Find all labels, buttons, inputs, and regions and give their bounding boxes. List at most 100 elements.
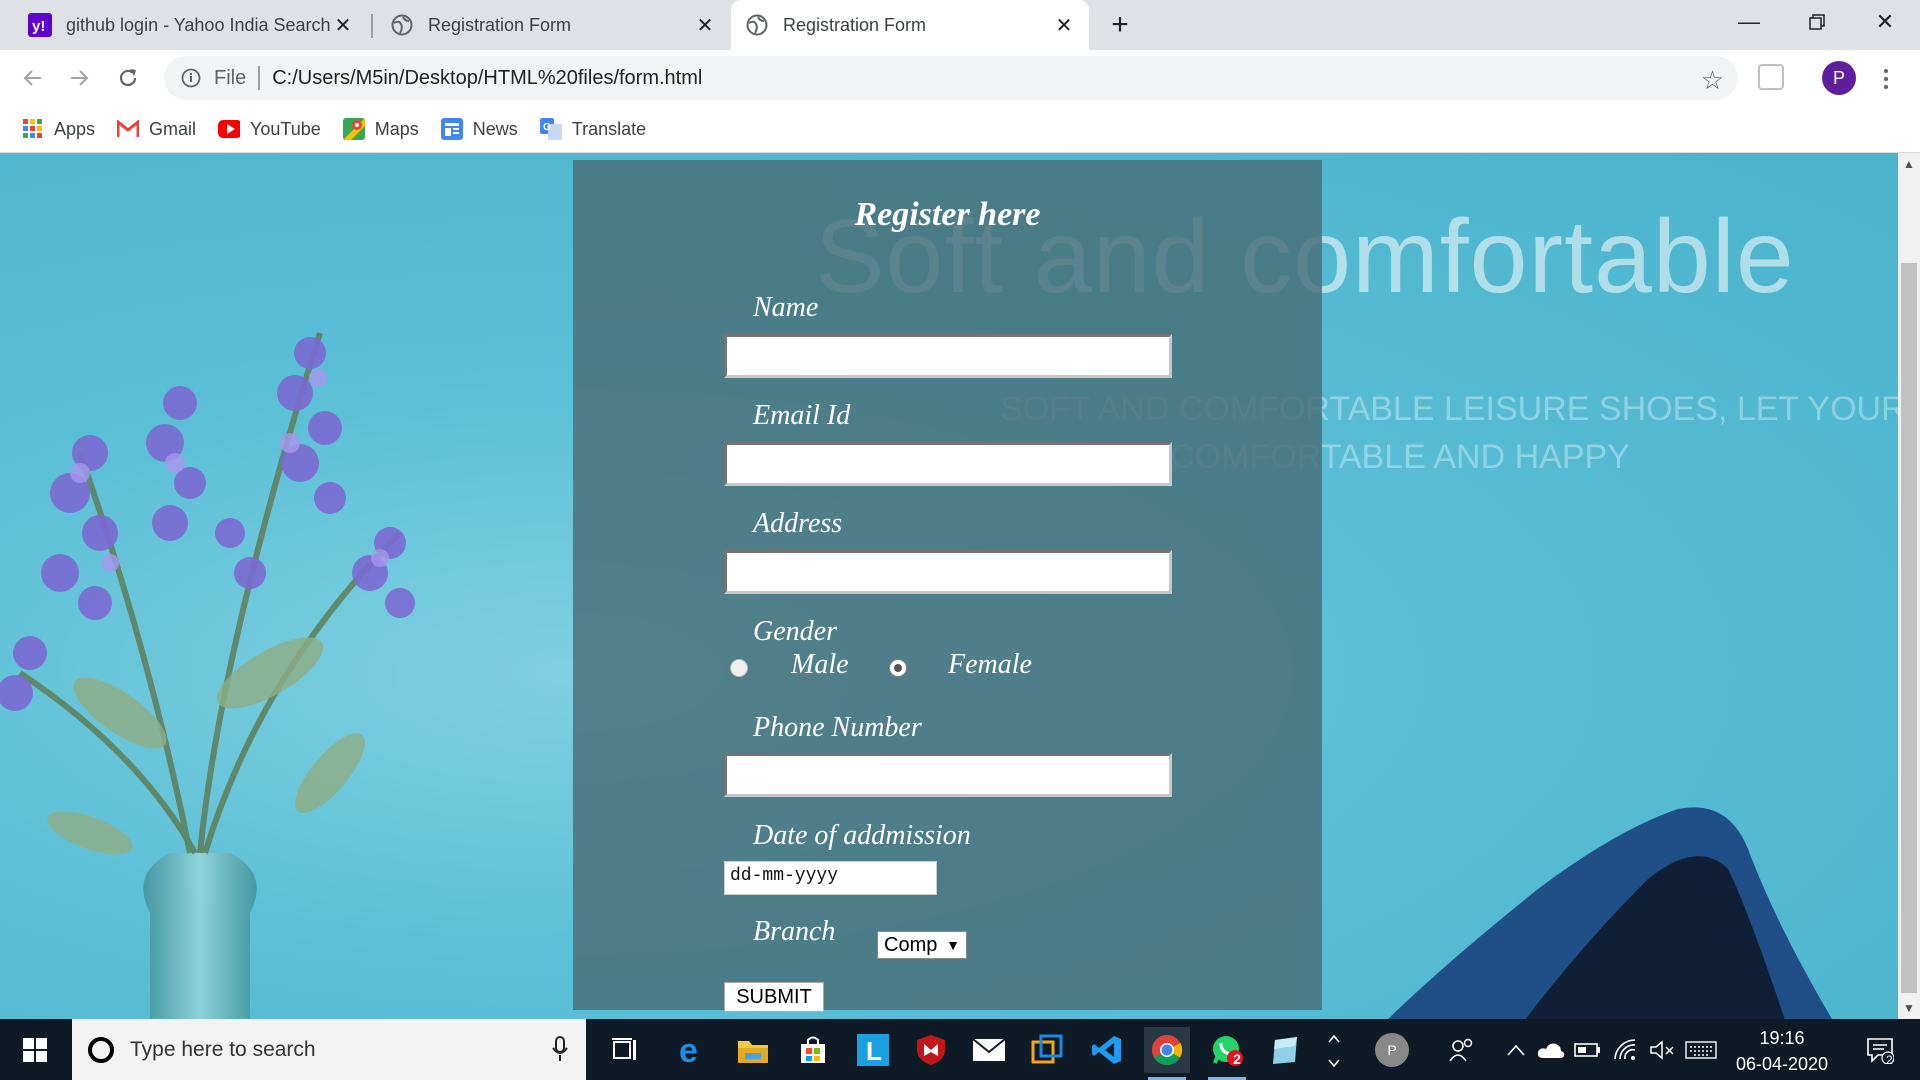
sticky-notes-icon[interactable] <box>1262 1027 1308 1073</box>
email-label: Email Id <box>753 400 851 431</box>
bookmark-news[interactable]: News <box>440 118 518 140</box>
clock-date: 06-04-2020 <box>1735 1054 1829 1074</box>
extension-icon[interactable] <box>1758 64 1784 90</box>
minimize-icon[interactable]: — <box>1714 0 1784 44</box>
close-tab-icon[interactable]: ✕ <box>332 13 354 38</box>
tab-strip: y! github login - Yahoo India Search ✕ R… <box>0 0 1920 50</box>
tab-title: Registration Form <box>428 14 572 35</box>
l-app-icon[interactable]: L <box>850 1027 896 1073</box>
tab-yahoo-search[interactable]: y! github login - Yahoo India Search ✕ <box>14 0 368 50</box>
bookmark-label: Gmail <box>149 118 197 139</box>
mcafee-shield-icon[interactable] <box>908 1027 954 1073</box>
windows-logo-icon <box>23 1037 47 1062</box>
tab-registration-form-active[interactable]: Registration Form ✕ <box>731 0 1089 50</box>
bookmarks-bar: Apps Gmail YouTube Maps News G Translate <box>0 106 1920 153</box>
wifi-icon[interactable] <box>1608 1019 1644 1080</box>
address-input[interactable] <box>724 550 1172 594</box>
people-icon[interactable] <box>1446 1019 1478 1080</box>
show-hidden-icons-chevron-icon[interactable] <box>1502 1019 1530 1080</box>
bookmark-maps[interactable]: Maps <box>342 118 419 140</box>
dropdown-arrow-icon: ▼ <box>946 937 960 953</box>
svg-text:e: e <box>679 1034 698 1066</box>
globe-icon <box>390 13 414 37</box>
whatsapp-icon[interactable]: 2 <box>1204 1027 1250 1080</box>
action-center-icon[interactable]: 2 <box>1854 1019 1906 1080</box>
taskbar-search-placeholder: Type here to search <box>130 1037 316 1061</box>
close-window-icon[interactable]: ✕ <box>1850 0 1920 44</box>
microphone-icon[interactable] <box>552 1036 568 1062</box>
phone-label: Phone Number <box>753 712 922 743</box>
battery-icon[interactable] <box>1570 1019 1606 1080</box>
restore-icon[interactable] <box>1782 0 1852 44</box>
email-input[interactable] <box>724 442 1172 486</box>
new-tab-button[interactable]: + <box>1102 7 1138 43</box>
svg-text:y!: y! <box>32 18 45 35</box>
gender-label: Gender <box>753 616 837 647</box>
file-explorer-icon[interactable] <box>730 1027 776 1073</box>
news-icon <box>440 118 463 140</box>
svg-text:L: L <box>866 1036 882 1066</box>
maps-icon <box>342 118 365 140</box>
bookmark-gmail[interactable]: Gmail <box>117 118 196 140</box>
date-input[interactable]: dd-mm-yyyy <box>724 861 937 895</box>
tray-profile-initial: P <box>1375 1032 1409 1067</box>
microsoft-store-icon[interactable] <box>790 1027 836 1073</box>
page-scrollbar[interactable]: ▲ ▼ <box>1898 153 1920 1019</box>
phone-input[interactable] <box>724 753 1172 797</box>
mail-icon[interactable] <box>966 1027 1012 1073</box>
chrome-icon[interactable] <box>1144 1027 1190 1080</box>
teamviewer-icon[interactable] <box>1024 1027 1070 1073</box>
scheme-label: File <box>214 66 247 89</box>
bookmark-label: News <box>472 118 518 139</box>
forward-icon[interactable] <box>62 60 98 96</box>
browser-toolbar: File C:/Users/M5in/Desktop/HTML%20files/… <box>0 50 1920 106</box>
scroll-down-arrow-icon[interactable]: ▼ <box>1898 997 1920 1019</box>
taskbar-search-box[interactable]: Type here to search <box>72 1019 586 1080</box>
branch-selected-value: Comp <box>884 933 938 956</box>
info-icon[interactable] <box>178 65 204 91</box>
flower-vase-image <box>0 332 415 1019</box>
close-tab-icon[interactable]: ✕ <box>1053 13 1075 38</box>
tray-profile-avatar[interactable]: P <box>1372 1019 1412 1080</box>
address-label: Address <box>753 508 843 539</box>
tray-overflow-icon[interactable] <box>1322 1019 1346 1080</box>
gender-male-radio[interactable] <box>730 659 748 677</box>
translate-icon: G <box>539 118 562 140</box>
address-bar[interactable]: File C:/Users/M5in/Desktop/HTML%20files/… <box>164 56 1738 100</box>
gender-male-label: Male <box>791 649 849 680</box>
globe-icon <box>745 13 769 37</box>
gender-female-radio[interactable] <box>889 659 907 677</box>
bookmark-translate[interactable]: G Translate <box>539 118 646 140</box>
name-input[interactable] <box>724 334 1172 378</box>
form-title: Register here <box>854 196 1041 233</box>
bookmark-youtube[interactable]: YouTube <box>218 118 321 140</box>
reload-icon[interactable] <box>110 60 146 96</box>
tab-registration-form-1[interactable]: Registration Form ✕ <box>376 0 730 50</box>
back-icon[interactable] <box>14 60 50 96</box>
registration-form: Register here Name Email Id Address Gend… <box>573 160 1322 1012</box>
gender-female-label: Female <box>948 649 1032 680</box>
cortana-icon <box>88 1036 114 1063</box>
keyboard-icon[interactable] <box>1682 1019 1720 1080</box>
bookmark-label: YouTube <box>250 118 321 139</box>
bookmark-star-icon[interactable]: ☆ <box>1701 65 1724 96</box>
scroll-up-arrow-icon[interactable]: ▲ <box>1898 153 1920 175</box>
scroll-thumb[interactable] <box>1901 263 1917 993</box>
menu-dots-icon[interactable] <box>1876 62 1896 96</box>
submit-button[interactable]: SUBMIT <box>724 982 824 1012</box>
task-view-icon[interactable] <box>602 1027 648 1073</box>
url-text[interactable]: C:/Users/M5in/Desktop/HTML%20files/form.… <box>272 67 702 90</box>
branch-select[interactable]: Comp ▼ <box>877 931 967 959</box>
windows-start-button[interactable] <box>0 1019 70 1080</box>
branch-label: Branch <box>753 916 836 947</box>
close-tab-icon[interactable]: ✕ <box>694 13 716 38</box>
windows-taskbar: Type here to search e L 2 P 19:16 06-04-… <box>0 1019 1920 1080</box>
vscode-icon[interactable] <box>1084 1027 1130 1073</box>
system-clock[interactable]: 19:16 06-04-2020 <box>1716 1025 1848 1077</box>
svg-text:G: G <box>543 122 551 133</box>
profile-avatar[interactable]: P <box>1822 61 1856 95</box>
volume-muted-icon[interactable] <box>1644 1019 1680 1080</box>
edge-browser-icon[interactable]: e <box>670 1027 716 1073</box>
bookmark-apps[interactable]: Apps <box>22 118 95 140</box>
onedrive-cloud-icon[interactable] <box>1534 1019 1568 1080</box>
